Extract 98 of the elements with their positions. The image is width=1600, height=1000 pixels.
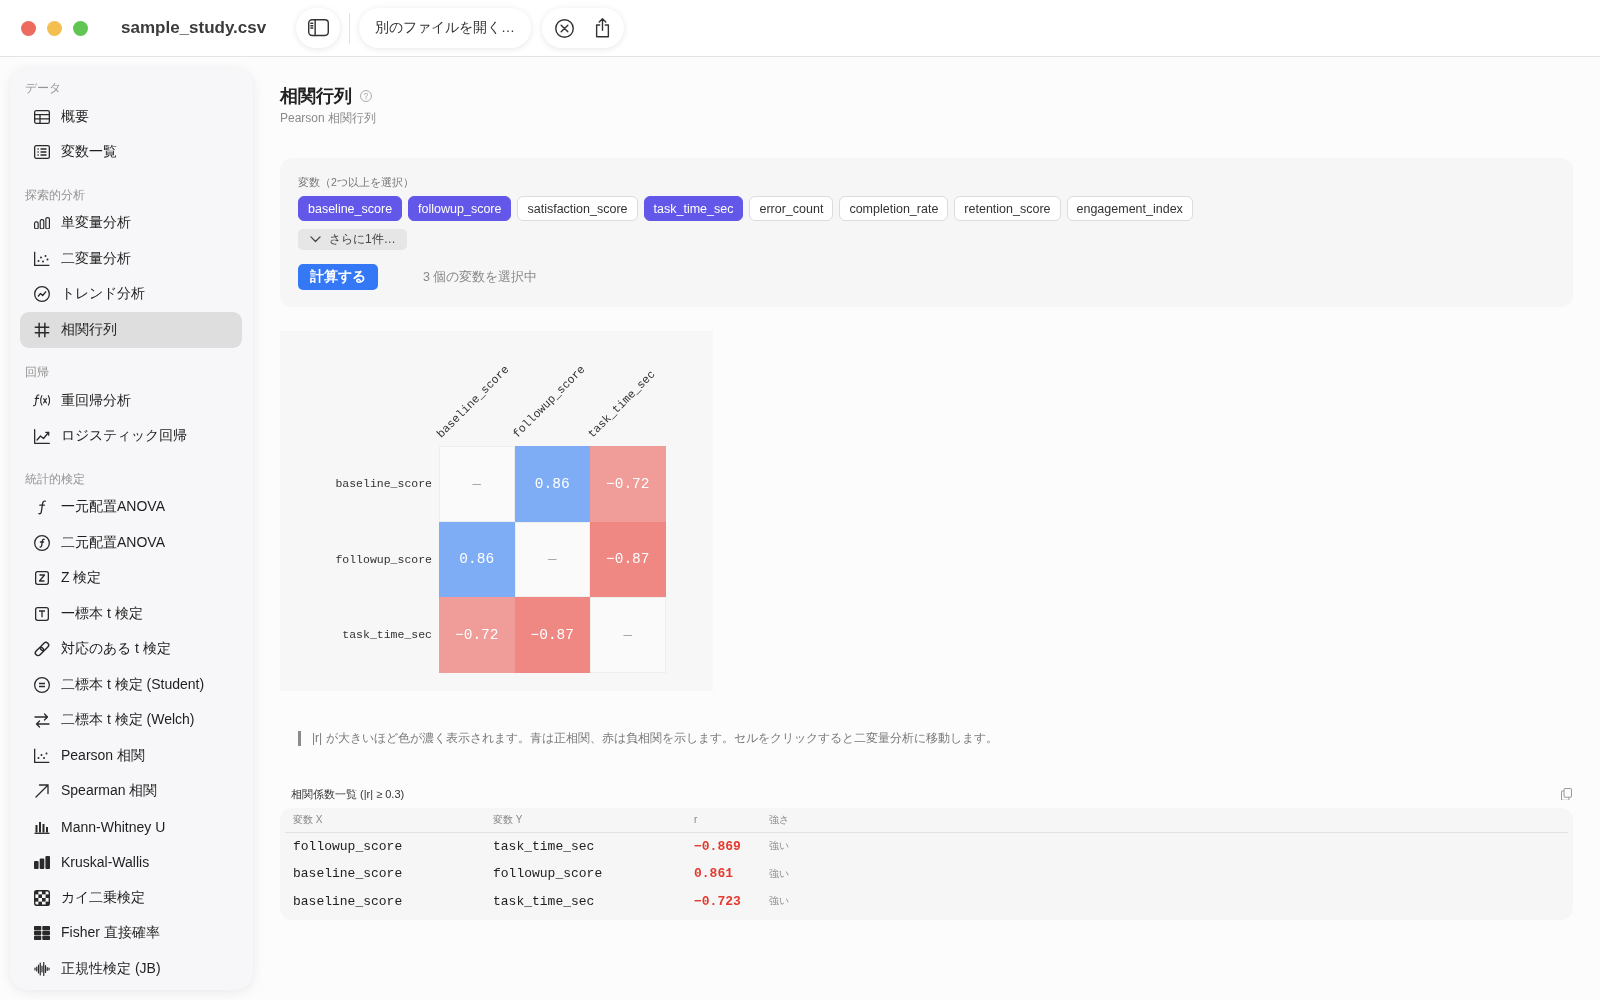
- copy-icon[interactable]: [1561, 787, 1572, 801]
- help-icon[interactable]: [360, 90, 372, 102]
- sidebar-item[interactable]: 単変量分析: [20, 205, 242, 241]
- field-label: 変数（2つ以上を選択）: [298, 175, 414, 189]
- list-icon: [33, 145, 50, 160]
- page-subtitle: Pearson 相関行列: [280, 110, 377, 126]
- circled-f-icon: [33, 534, 50, 551]
- table-cell: 0.861: [694, 866, 733, 882]
- sidebar-item[interactable]: ロジスティック回帰: [20, 418, 242, 454]
- heatmap-cell: —: [514, 521, 590, 597]
- swap-arrows-icon: [33, 712, 50, 728]
- bar-chart-icon: [33, 819, 50, 834]
- row-label: followup_score: [335, 552, 432, 566]
- section-label: 統計的検定: [25, 470, 85, 488]
- section-label: データ: [25, 80, 61, 97]
- sidebar-item[interactable]: 二標本 t 検定 (Student): [20, 667, 242, 703]
- share-icon: [594, 18, 610, 38]
- show-more-button[interactable]: さらに1件…: [298, 229, 407, 250]
- sidebar-item[interactable]: Kruskal-Wallis: [20, 844, 242, 880]
- section-label: 回帰: [25, 364, 49, 381]
- function-f-icon: [37, 499, 46, 515]
- section-label: 探索的分析: [25, 186, 85, 204]
- window-title: sample_study.csv: [121, 18, 267, 37]
- table-cell: followup_score: [493, 866, 603, 882]
- sidebar-item[interactable]: 二標本 t 検定 (Welch): [20, 702, 242, 738]
- table-cell: −0.869: [694, 838, 741, 854]
- strength-label: 強い: [769, 839, 789, 854]
- sidebar-item[interactable]: Z 検定: [20, 560, 242, 596]
- link-icon: [33, 641, 50, 658]
- sidebar-item[interactable]: カイ二乗検定: [20, 880, 242, 916]
- sidebar-item[interactable]: Spearman 相関: [20, 773, 242, 809]
- column-header: 変数 Y: [493, 812, 523, 827]
- heatmap-cell: —: [590, 597, 666, 673]
- sidebar-item[interactable]: 二元配置ANOVA: [20, 525, 242, 561]
- table-cell: baseline_score: [293, 893, 403, 909]
- variable-chip[interactable]: followup_score: [408, 196, 512, 221]
- page-title: 相関行列: [280, 85, 352, 108]
- sidebar-item[interactable]: 概要: [20, 99, 242, 135]
- sidebar-item[interactable]: 一元配置ANOVA: [20, 489, 242, 525]
- row-label: baseline_score: [335, 477, 432, 491]
- sidebar-item[interactable]: トレンド分析: [20, 276, 242, 312]
- variable-chip[interactable]: engagement_index: [1066, 196, 1193, 221]
- sidebar-item[interactable]: 変数一覧: [20, 134, 242, 170]
- variable-chip[interactable]: completion_rate: [839, 196, 949, 221]
- z-square-icon: [34, 571, 49, 586]
- sidebar-item[interactable]: 一標本 t 検定: [20, 596, 242, 632]
- table-icon: [33, 109, 50, 124]
- bar-chart-icon: [33, 855, 50, 870]
- scatter-plot-icon: [33, 251, 50, 267]
- table-title: 相関係数一覧 (|r| ≥ 0.3): [291, 786, 405, 802]
- variable-chip[interactable]: satisfaction_score: [517, 196, 638, 221]
- table-icon: [33, 926, 50, 941]
- sidebar-item[interactable]: 相関行列: [20, 312, 242, 348]
- table-cell: task_time_sec: [493, 893, 595, 909]
- variable-chip[interactable]: error_count: [749, 196, 834, 221]
- function-icon: [33, 394, 50, 408]
- selection-status: 3 個の変数を選択中: [423, 268, 538, 286]
- sidebar-item[interactable]: Mann-Whitney U: [20, 809, 242, 845]
- row-label: task_time_sec: [342, 628, 432, 642]
- column-header: r: [694, 814, 698, 825]
- hash-icon: [33, 321, 50, 338]
- sidebar-item[interactable]: 二変量分析: [20, 241, 242, 277]
- trend-circle-icon: [33, 286, 50, 303]
- strength-label: 強い: [769, 866, 789, 881]
- column-header: 変数 X: [293, 812, 323, 827]
- bar-chart-icon: [33, 217, 50, 230]
- zoom-window-icon[interactable]: [73, 20, 88, 36]
- t-square-icon: [34, 606, 49, 621]
- variable-chip[interactable]: retention_score: [954, 196, 1061, 221]
- sidebar-item[interactable]: 重回帰分析: [20, 383, 242, 419]
- equals-circle-icon: [33, 676, 50, 693]
- strength-label: 強い: [769, 894, 789, 909]
- table-cell: task_time_sec: [493, 838, 595, 854]
- sidebar-icon: [307, 19, 329, 37]
- sidebar-item[interactable]: Pearson 相関: [20, 738, 242, 774]
- sidebar-item[interactable]: 正規性検定 (JB): [20, 951, 242, 987]
- sidebar-item[interactable]: Fisher 直接確率: [20, 915, 242, 951]
- table-cell: −0.723: [694, 893, 741, 909]
- line-chart-icon: [33, 428, 50, 444]
- sidebar-toggle-button[interactable]: [296, 8, 340, 48]
- heatmap-cell: —: [439, 446, 515, 522]
- close-window-icon[interactable]: [21, 20, 36, 36]
- sidebar-item[interactable]: 対応のある t 検定: [20, 631, 242, 667]
- arrow-up-right-icon: [34, 784, 49, 799]
- checkerboard-icon: [33, 889, 50, 906]
- variable-chip[interactable]: task_time_sec: [643, 196, 744, 221]
- minimize-window-icon[interactable]: [47, 20, 62, 36]
- variable-chip[interactable]: baseline_score: [298, 196, 403, 221]
- caret-icon: [310, 236, 321, 243]
- open-file-button[interactable]: 別のファイルを開く…: [359, 8, 531, 48]
- scatter-plot-icon: [33, 748, 50, 764]
- note-text: |r| が大きいほど色が濃く表示されます。青は正相関、赤は負相関を示します。セルをクリックすると二変量分析に移動します。: [298, 730, 998, 746]
- close-icon: [554, 18, 574, 38]
- column-header: 強さ: [769, 812, 789, 827]
- waveform-icon: [33, 961, 50, 976]
- table-cell: baseline_score: [293, 866, 403, 882]
- compute-button[interactable]: 計算する: [298, 264, 378, 290]
- table-cell: followup_score: [293, 838, 403, 854]
